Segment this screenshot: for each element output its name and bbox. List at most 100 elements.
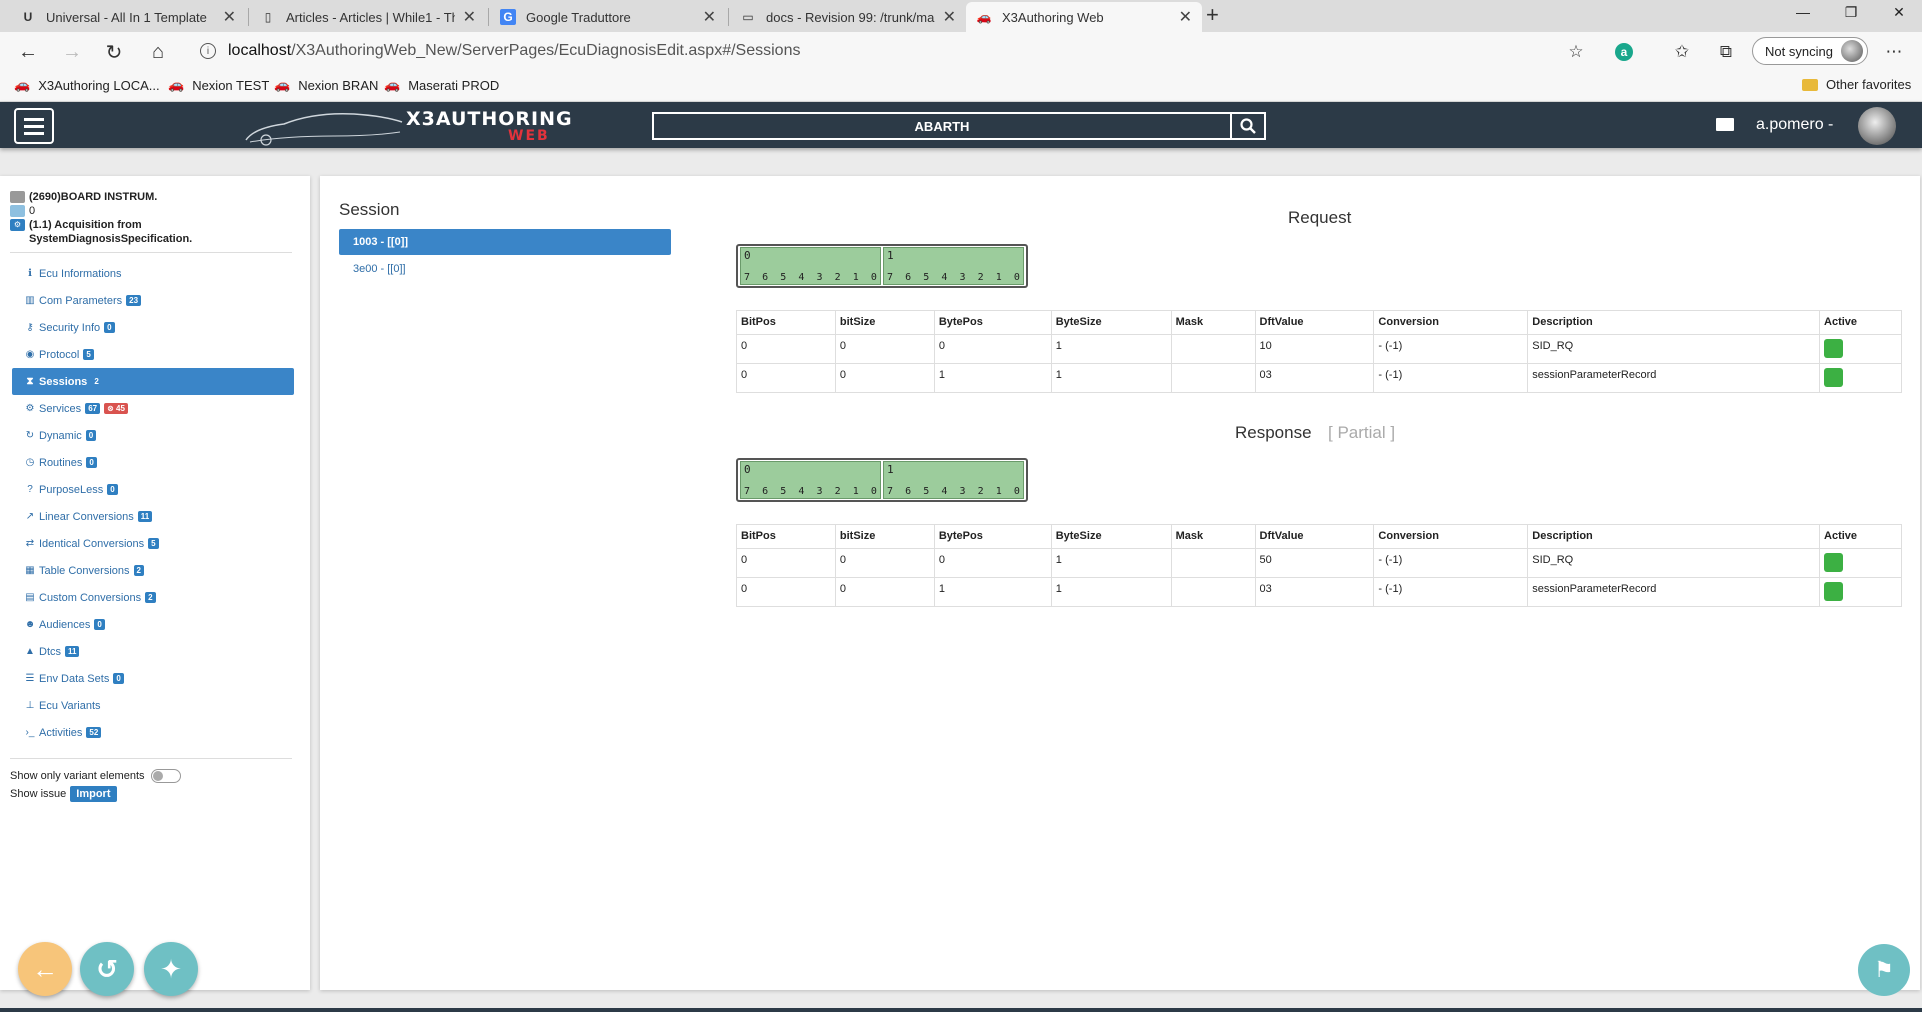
mail-icon[interactable] — [1716, 118, 1734, 131]
show-issue-label: Show issue — [10, 788, 67, 800]
session-item-3e00[interactable]: 3e00 - [[0]] — [339, 256, 671, 282]
sidebar-item-custom-conversions[interactable]: ▤ Custom Conversions 2 — [12, 584, 294, 611]
sidebar-item-table-conversions[interactable]: ▦ Table Conversions 2 — [12, 557, 294, 584]
table-cell: 1 — [1050, 577, 1172, 607]
sidebar-item-env-data-sets[interactable]: ☰ Env Data Sets 0 — [12, 665, 294, 692]
browser-tab-bar: U Universal - All In 1 Template ✕ ▯ Arti… — [0, 0, 1922, 32]
back-arrow-icon[interactable]: ← — [14, 38, 42, 66]
partial-label[interactable]: [ Partial ] — [1328, 423, 1395, 443]
url-path: /X3AuthoringWeb_New/ServerPages/EcuDiagn… — [291, 42, 801, 59]
bit-label: 6 — [762, 272, 769, 283]
home-icon[interactable]: ⌂ — [144, 38, 172, 66]
browser-tab-docs[interactable]: ▭ docs - Revision 99: /trunk/marke ✕ — [730, 2, 966, 32]
table-row[interactable]: 0 0 0 1 10- (-1) SID_RQ — [736, 334, 1902, 364]
count-badge: 0 — [94, 619, 105, 630]
sidebar-item-dynamic[interactable]: ↻ Dynamic 0 — [12, 422, 294, 449]
active-checkbox[interactable] — [1824, 582, 1844, 601]
magic-wand-fab[interactable]: ✦ — [144, 942, 198, 996]
new-tab-icon[interactable]: + — [1206, 2, 1219, 28]
bit-label: 5 — [780, 272, 787, 283]
sidebar-item-linear-conversions[interactable]: ↗ Linear Conversions 11 — [12, 503, 294, 530]
sidebar-item-com-parameters[interactable]: ▥ Com Parameters 23 — [12, 287, 294, 314]
table-cell: 03 — [1254, 577, 1375, 607]
close-icon[interactable]: ✕ — [1179, 7, 1192, 27]
sidebar-item-sessions[interactable]: ⧗ Sessions 2 — [12, 368, 294, 395]
bit-label: 6 — [905, 486, 912, 497]
other-favorites[interactable]: Other favorites — [1802, 77, 1911, 92]
table-cell: 1 — [1050, 334, 1172, 364]
map-icon: ⚑ — [1874, 957, 1894, 982]
sidebar-item-security-info[interactable]: ⚷ Security Info 0 — [12, 314, 294, 341]
hamburger-menu-icon[interactable] — [14, 108, 54, 144]
sidebar-item-identical-conversions[interactable]: ⇄ Identical Conversions 5 — [12, 530, 294, 557]
sidebar-item-activities[interactable]: ›_ Activities 52 — [12, 719, 294, 746]
close-icon[interactable]: ✕ — [943, 7, 956, 27]
close-icon[interactable]: ✕ — [703, 7, 716, 27]
sidebar-item-services[interactable]: ⚙ Services 67 ⊗ 45 — [12, 395, 294, 422]
table-row[interactable]: 0 0 1 1 03- (-1) sessionParameterRecord — [736, 577, 1902, 607]
collections-icon[interactable]: ⧉ — [1714, 40, 1738, 64]
back-fab[interactable]: ← — [18, 942, 72, 996]
favorite-nexion-bran[interactable]: 🚗 Nexion BRAN — [274, 77, 378, 93]
table-row[interactable]: 0 0 1 1 03- (-1) sessionParameterRecord — [736, 363, 1902, 393]
favorite-nexion-test[interactable]: 🚗 Nexion TEST — [168, 77, 269, 93]
reload-icon[interactable]: ↻ — [100, 38, 128, 66]
extension-icon[interactable]: a — [1612, 40, 1636, 64]
forward-arrow-icon[interactable]: → — [58, 38, 86, 66]
brand-search-input[interactable] — [654, 114, 1230, 138]
history-fab[interactable]: ↺ — [80, 942, 134, 996]
minimize-icon[interactable]: — — [1780, 0, 1826, 24]
sidebar-item-routines[interactable]: ◷ Routines 0 — [12, 449, 294, 476]
sidebar-item-ecu-variants[interactable]: ⊥ Ecu Variants — [12, 692, 294, 719]
bit-label: 7 — [744, 486, 751, 497]
browser-tab-articles[interactable]: ▯ Articles - Articles | While1 - The ✕ — [250, 2, 486, 32]
column-header: BitPos — [736, 524, 836, 549]
browser-tab-universal[interactable]: U Universal - All In 1 Template ✕ — [10, 2, 246, 32]
restore-icon[interactable]: ❐ — [1828, 0, 1874, 24]
column-header: BytePos — [933, 524, 1052, 549]
import-button[interactable]: Import — [70, 786, 117, 802]
info-icon: ℹ — [28, 268, 32, 279]
favorites-list-icon[interactable]: ✩ — [1670, 40, 1694, 64]
request-byte-map: 0 76543210 1 76543210 — [736, 244, 1028, 288]
sidebar-item-purposeless[interactable]: ? PurposeLess 0 — [12, 476, 294, 503]
close-icon[interactable]: ✕ — [463, 7, 476, 27]
close-icon[interactable]: ✕ — [223, 7, 236, 27]
favorite-star-icon[interactable]: ☆ — [1564, 40, 1588, 64]
brand-search — [652, 112, 1266, 140]
active-checkbox[interactable] — [1824, 368, 1844, 387]
sidebar-item-protocol[interactable]: ◉ Protocol 5 — [12, 341, 294, 368]
byte-index: 1 — [887, 249, 894, 262]
search-button[interactable] — [1230, 114, 1264, 138]
browser-tab-x3authoring[interactable]: 🚗 X3Authoring Web ✕ — [966, 2, 1202, 32]
site-info-icon[interactable]: i — [200, 43, 216, 59]
table-cell: 0 — [834, 363, 935, 393]
active-checkbox[interactable] — [1824, 553, 1844, 572]
active-checkbox[interactable] — [1824, 339, 1844, 358]
bit-label: 2 — [977, 486, 984, 497]
column-header: Active — [1819, 310, 1902, 335]
byte-cell: 0 76543210 — [740, 461, 881, 499]
url-field[interactable]: i localhost/X3AuthoringWeb_New/ServerPag… — [200, 36, 1580, 66]
session-item-1003[interactable]: 1003 - [[0]] — [339, 229, 671, 255]
favorite-x3authoring-local[interactable]: 🚗 X3Authoring LOCA... — [14, 77, 160, 93]
sidebar-item-dtcs[interactable]: ▲ Dtcs 11 — [12, 638, 294, 665]
byte-cell: 0 76543210 — [740, 247, 881, 285]
bit-label: 0 — [870, 272, 877, 283]
help-fab[interactable]: ⚑ — [1858, 944, 1910, 996]
variant-toggle[interactable] — [150, 769, 181, 783]
browser-tab-translate[interactable]: G Google Traduttore ✕ — [490, 2, 726, 32]
favorite-maserati-prod[interactable]: 🚗 Maserati PROD — [384, 77, 499, 93]
table-row[interactable]: 0 0 0 1 50- (-1) SID_RQ — [736, 548, 1902, 578]
sidebar-item-audiences[interactable]: ☻ Audiences 0 — [12, 611, 294, 638]
sync-button[interactable]: Not syncing — [1752, 37, 1868, 65]
table-cell: 0 — [736, 548, 836, 578]
window-close-icon[interactable]: ✕ — [1876, 0, 1922, 24]
user-menu[interactable]: a.pomero - — [1756, 116, 1833, 134]
response-params-table: BitPos bitSize BytePos ByteSize Mask DftValue… — [736, 524, 1902, 607]
bit-label: 5 — [923, 486, 930, 497]
more-menu-icon[interactable]: ⋯ — [1882, 40, 1906, 64]
sidebar-item-ecu-informations[interactable]: ℹ Ecu Informations — [12, 260, 294, 287]
user-avatar[interactable] — [1858, 107, 1896, 145]
sidebar-item-label: Sessions — [39, 375, 88, 388]
